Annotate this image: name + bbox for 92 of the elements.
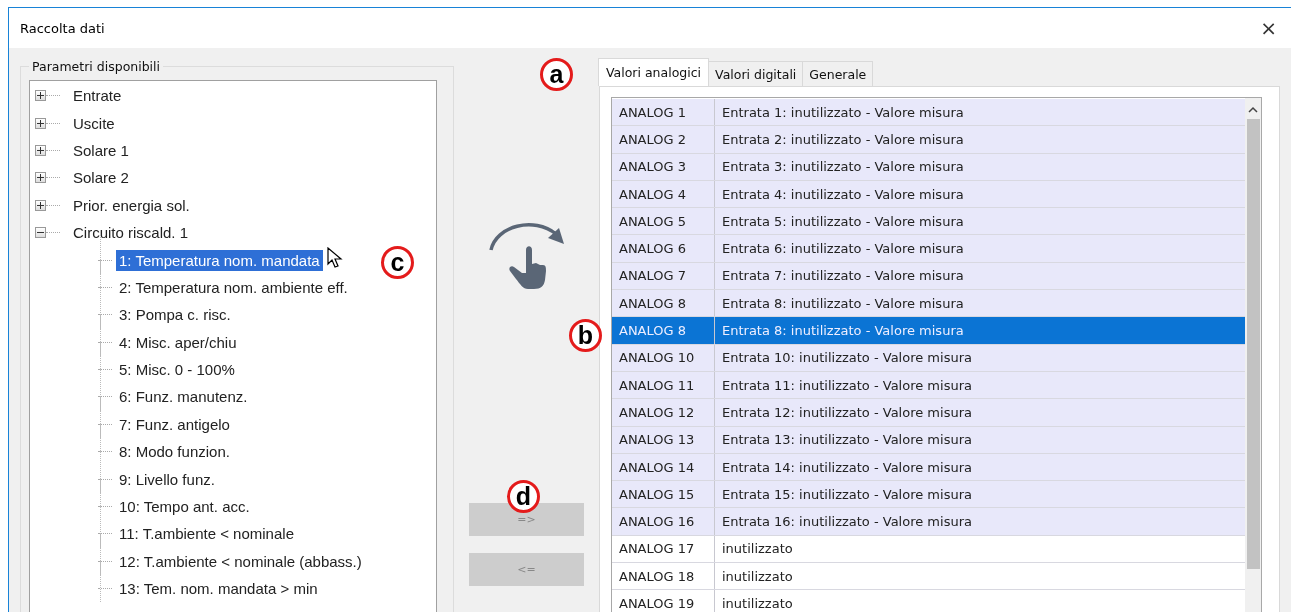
- value-cell-text: Entrata 3: inutilizzato - Valore misura: [721, 158, 965, 177]
- table-row[interactable]: ANALOG 3 Entrata 3: inutilizzato - Valore misura: [612, 153, 1245, 181]
- value-cell-text: Entrata 1: inutilizzato - Valore misura: [721, 103, 965, 122]
- tree-item[interactable]: 11: T.ambiente < nominale: [116, 523, 297, 545]
- tree-item[interactable]: Solare 2: [70, 167, 132, 189]
- tab[interactable]: Valori analogici: [598, 58, 710, 86]
- tree-item[interactable]: 2: Temperatura nom. ambiente eff.: [116, 276, 351, 298]
- channel-cell: ANALOG 17: [612, 535, 715, 563]
- channel-cell: ANALOG 18: [612, 563, 715, 590]
- channel-cell: ANALOG 8: [612, 290, 715, 317]
- group-title: Parametri disponibili: [31, 59, 162, 74]
- channel-cell: ANALOG 15: [612, 481, 715, 508]
- expand-icon[interactable]: [35, 199, 46, 211]
- channel-cell: ANALOG 19: [612, 590, 715, 612]
- channel-cell: ANALOG 8: [612, 317, 715, 344]
- tree-item[interactable]: Prior. energia sol.: [70, 194, 193, 216]
- tree-item[interactable]: Uscite: [70, 112, 118, 134]
- tree-item[interactable]: 3: Pompa c. risc.: [116, 304, 234, 326]
- channel-cell: ANALOG 10: [612, 344, 715, 371]
- value-cell-text: Entrata 15: inutilizzato - Valore misura: [721, 485, 973, 504]
- value-cell-text: inutilizzato: [721, 595, 794, 612]
- tree-item[interactable]: Solare 1: [70, 139, 132, 161]
- tree-item[interactable]: 10: Tempo ant. acc.: [116, 496, 253, 518]
- value-cell-text: Entrata 8: inutilizzato - Valore misura: [721, 294, 965, 313]
- channel-cell: ANALOG 11: [612, 371, 715, 399]
- expand-icon[interactable]: [35, 117, 46, 129]
- value-cell-text: Entrata 13: inutilizzato - Valore misura: [721, 431, 973, 450]
- close-button[interactable]: ×: [1256, 16, 1281, 40]
- value-cell-text: Entrata 8: inutilizzato - Valore misura: [721, 322, 965, 340]
- channel-cell: ANALOG 4: [612, 180, 715, 208]
- tree-item[interactable]: Entrate: [70, 85, 125, 107]
- mouse-pointer-icon: [327, 247, 343, 269]
- table-row[interactable]: ANALOG 17 inutilizzato: [612, 535, 1245, 564]
- expand-icon[interactable]: [35, 90, 46, 102]
- value-cell-text: Entrata 5: inutilizzato - Valore misura: [721, 212, 965, 231]
- table-row[interactable]: ANALOG 13 Entrata 13: inutilizzato - Valore misura: [612, 426, 1245, 454]
- scrollbar-thumb[interactable]: [1246, 119, 1260, 569]
- table-row[interactable]: ANALOG 8 Entrata 8: inutilizzato - Valore misura: [612, 290, 1245, 318]
- value-cell-text: Entrata 16: inutilizzato - Valore misura: [721, 513, 973, 532]
- channel-cell: ANALOG 16: [612, 508, 715, 535]
- value-cell-text: inutilizzato: [721, 540, 794, 559]
- channel-cell: ANALOG 5: [612, 208, 715, 235]
- tree-item[interactable]: 12: T.ambiente < nominale (abbass.): [116, 550, 365, 572]
- tree-item[interactable]: 7: Funz. antigelo: [116, 413, 233, 435]
- value-cell-text: Entrata 2: inutilizzato - Valore misura: [721, 130, 965, 149]
- table-row[interactable]: ANALOG 5 Entrata 5: inutilizzato - Valore misura: [612, 208, 1245, 236]
- value-cell-text: Entrata 6: inutilizzato - Valore misura: [721, 240, 965, 259]
- table-row[interactable]: ANALOG 7 Entrata 7: inutilizzato - Valore misura: [612, 262, 1245, 291]
- table-row[interactable]: ANALOG 16 Entrata 16: inutilizzato - Valore misura: [612, 508, 1245, 536]
- tree-item[interactable]: 1: Temperatura nom. mandata: [116, 249, 323, 271]
- tree-item[interactable]: 6: Funz. manutenz.: [116, 386, 251, 408]
- channel-cell: ANALOG 2: [612, 126, 715, 153]
- callout-marker: b: [569, 319, 602, 352]
- table-row[interactable]: ANALOG 15 Entrata 15: inutilizzato - Valore misura: [612, 481, 1245, 509]
- table-row[interactable]: ANALOG 6 Entrata 6: inutilizzato - Valore misura: [612, 235, 1245, 263]
- table-row[interactable]: ANALOG 1 Entrata 1: inutilizzato - Valore misura: [612, 99, 1245, 127]
- collapse-icon[interactable]: [35, 227, 46, 239]
- channel-cell: ANALOG 7: [612, 262, 715, 290]
- scroll-up-icon[interactable]: [1248, 106, 1258, 114]
- tree-item[interactable]: Circuito riscald. 1: [70, 222, 192, 244]
- channel-cell: ANALOG 1: [612, 99, 715, 126]
- expand-icon[interactable]: [35, 172, 46, 184]
- tree-item[interactable]: 5: Misc. 0 - 100%: [116, 359, 238, 381]
- table-row[interactable]: ANALOG 12 Entrata 12: inutilizzato - Valore misura: [612, 399, 1245, 427]
- table-row[interactable]: ANALOG 10 Entrata 10: inutilizzato - Valore misura: [612, 344, 1245, 372]
- value-cell-text: Entrata 12: inutilizzato - Valore misura: [721, 403, 973, 422]
- table-row[interactable]: ANALOG 2 Entrata 2: inutilizzato - Valore misura: [612, 126, 1245, 154]
- tree-item[interactable]: 13: Tem. nom. mandata > min: [116, 578, 321, 600]
- callout-marker: a: [540, 58, 573, 91]
- channel-cell: ANALOG 6: [612, 235, 715, 262]
- channel-cell: ANALOG 13: [612, 426, 715, 453]
- value-cell-text: Entrata 14: inutilizzato - Valore misura: [721, 458, 973, 477]
- value-cell-text: inutilizzato: [721, 567, 794, 586]
- table-row[interactable]: ANALOG 14 Entrata 14: inutilizzato - Valore misura: [612, 453, 1245, 482]
- tree-item[interactable]: 9: Livello funz.: [116, 468, 218, 490]
- value-cell-text: Entrata 11: inutilizzato - Valore misura: [721, 376, 973, 395]
- table-row[interactable]: ANALOG 18 inutilizzato: [612, 563, 1245, 591]
- table-row[interactable]: ANALOG 4 Entrata 4: inutilizzato - Valore misura: [612, 180, 1245, 209]
- value-cell-text: Entrata 7: inutilizzato - Valore misura: [721, 267, 965, 286]
- value-cell-text: Entrata 4: inutilizzato - Valore misura: [721, 185, 965, 204]
- tree-item[interactable]: 4: Misc. aper/chiu: [116, 331, 240, 353]
- callout-marker: d: [507, 480, 540, 513]
- channel-cell: ANALOG 14: [612, 453, 715, 481]
- table-row[interactable]: ANALOG 8 Entrata 8: inutilizzato - Valore misura: [612, 317, 1245, 345]
- channel-cell: ANALOG 3: [612, 153, 715, 180]
- value-cell-text: Entrata 10: inutilizzato - Valore misura: [721, 349, 973, 368]
- window-title: Raccolta dati: [20, 20, 105, 36]
- tree-item[interactable]: 8: Modo funzion.: [116, 441, 233, 463]
- tab[interactable]: Generale: [802, 61, 874, 86]
- channel-cell: ANALOG 12: [612, 399, 715, 426]
- expand-icon[interactable]: [35, 144, 46, 156]
- table-row[interactable]: ANALOG 11 Entrata 11: inutilizzato - Valore misura: [612, 371, 1245, 400]
